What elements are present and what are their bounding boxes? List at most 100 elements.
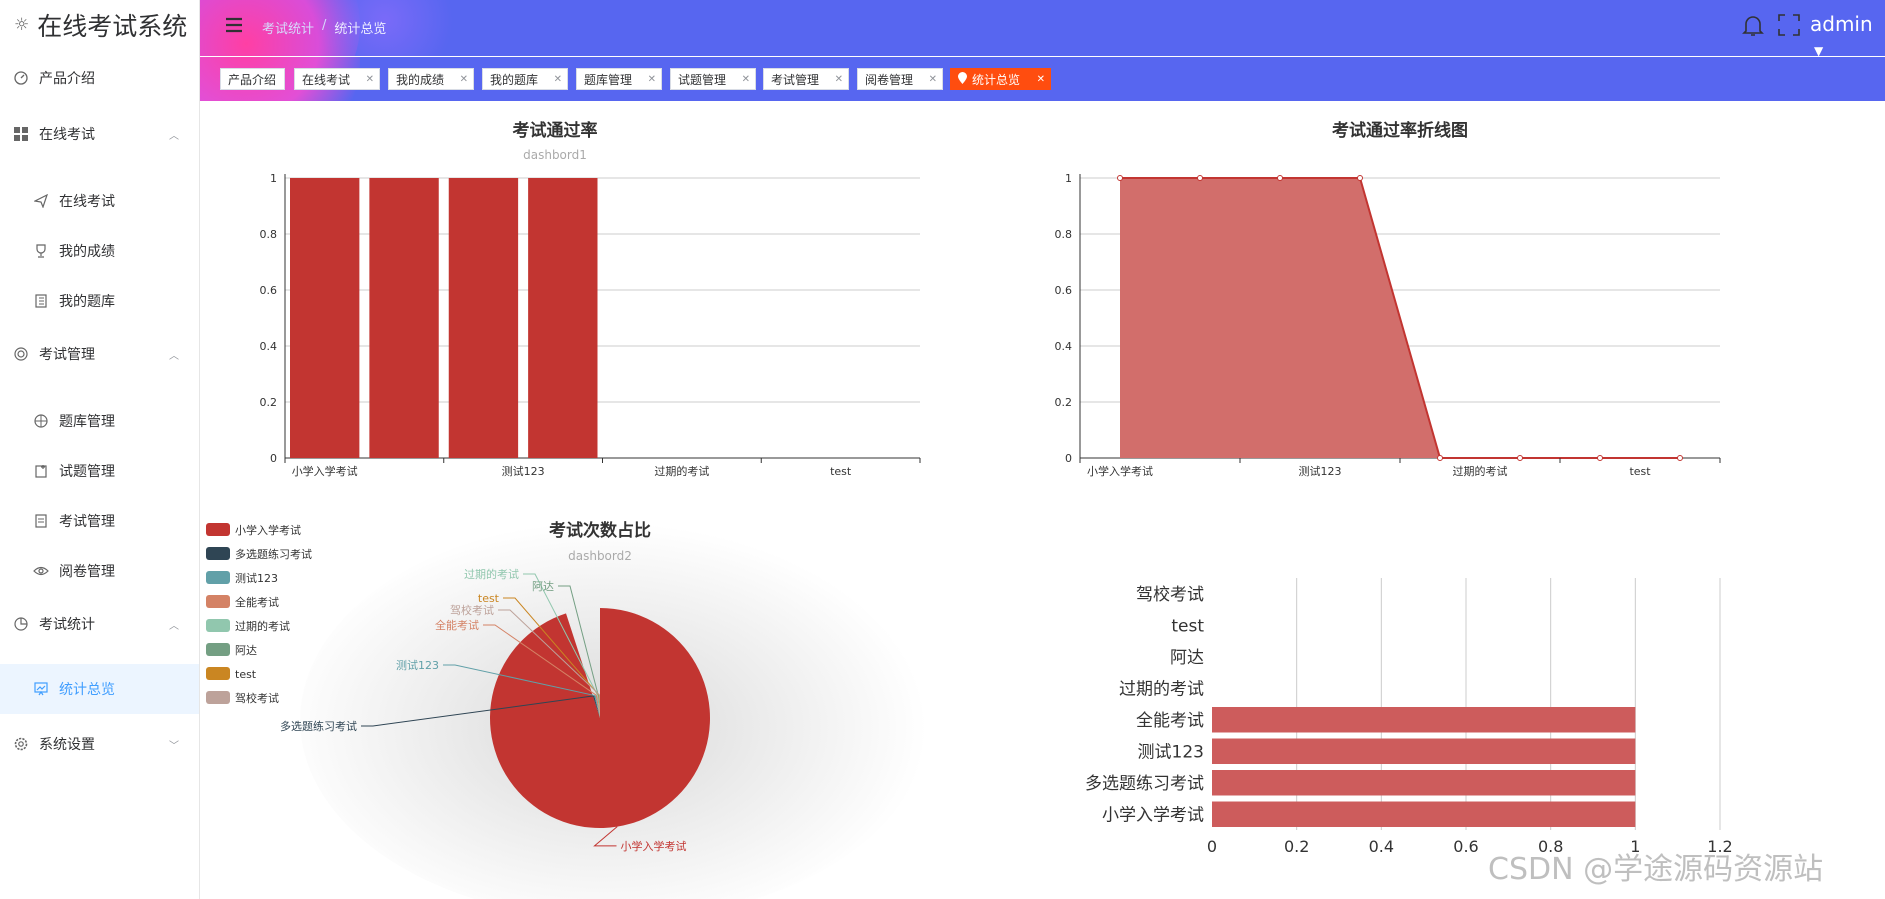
close-icon[interactable]: ✕ bbox=[742, 74, 750, 85]
tag-exam-management[interactable]: 考试管理 ✕ bbox=[763, 68, 849, 90]
x-tick-label: 测试123 bbox=[502, 465, 545, 478]
area-chart-svg: 考试通过率折线图 0 0.2 0.4 0.6 0.8 1 小学入学考试 测试123 过期的考试 te… bbox=[1055, 120, 1721, 478]
lifebuoy-icon bbox=[13, 346, 29, 362]
sidebar-item-label: 题库管理 bbox=[59, 414, 115, 430]
top-bar: 考试统计 / 统计总览 admin ▼ bbox=[200, 0, 1885, 56]
close-icon[interactable]: ✕ bbox=[929, 74, 937, 85]
tag-my-scores[interactable]: 我的成绩 ✕ bbox=[388, 68, 474, 90]
user-menu[interactable]: admin ▼ bbox=[1810, 12, 1885, 56]
fullscreen-icon[interactable] bbox=[1778, 14, 1800, 40]
tag-grading-management[interactable]: 阅卷管理 ✕ bbox=[857, 68, 943, 90]
sidebar-item-exam-management[interactable]: 考试管理 bbox=[0, 504, 199, 538]
chart-exam-count-pie: 考试次数占比 dashbord2 小学入学考试 多选题练习考试 测试123 全能考试 过期的… bbox=[200, 510, 940, 899]
chart-title: 考试通过率折线图 bbox=[1331, 120, 1468, 141]
trophy-icon bbox=[33, 243, 49, 259]
close-icon[interactable]: ✕ bbox=[1037, 74, 1045, 85]
legend-swatch bbox=[206, 595, 230, 608]
breadcrumb-item[interactable]: 考试统计 bbox=[262, 18, 314, 37]
y-tick-label: 0.6 bbox=[260, 284, 278, 297]
app-logo: ☼ 在线考试系统 bbox=[14, 8, 187, 42]
tag-question-management[interactable]: 试题管理 ✕ bbox=[670, 68, 756, 90]
hamburger-icon[interactable] bbox=[224, 17, 244, 37]
x-tick-label: test bbox=[1629, 465, 1651, 478]
sidebar-item-my-question-bank[interactable]: 我的题库 bbox=[0, 284, 199, 318]
chart-subtitle: dashbord1 bbox=[523, 148, 587, 162]
close-icon[interactable]: ✕ bbox=[835, 74, 843, 85]
legend-label: test bbox=[235, 668, 257, 681]
send-icon bbox=[33, 193, 49, 209]
close-icon[interactable]: ✕ bbox=[366, 74, 374, 85]
sidebar-item-question-management[interactable]: 试题管理 bbox=[0, 454, 199, 488]
tag-product-intro[interactable]: 产品介绍 bbox=[220, 68, 285, 90]
tag-statistics-overview[interactable]: 统计总览 ✕ bbox=[950, 68, 1051, 90]
tag-label: 考试管理 bbox=[771, 72, 820, 87]
legend-swatch bbox=[206, 691, 230, 704]
sidebar-group-online-exam[interactable]: 在线考试 ︿ bbox=[0, 117, 199, 151]
y-category-label: test bbox=[1171, 616, 1204, 636]
watermark: CSDN @学途源码资源站 bbox=[1488, 852, 1824, 887]
x-tick-label: test bbox=[830, 465, 852, 478]
legend-label: 多选题练习考试 bbox=[235, 547, 312, 561]
sidebar-item-label: 考试管理 bbox=[59, 514, 115, 530]
x-tick-label: 测试123 bbox=[1299, 465, 1342, 478]
dashboard-icon bbox=[13, 70, 29, 86]
close-icon[interactable]: ✕ bbox=[460, 74, 468, 85]
sidebar-item-label: 系统设置 bbox=[39, 737, 95, 753]
sidebar-group-system-settings[interactable]: 系统设置 ﹀ bbox=[0, 727, 199, 761]
close-icon[interactable]: ✕ bbox=[554, 74, 562, 85]
tag-label: 试题管理 bbox=[678, 72, 727, 87]
sidebar-item-label: 考试管理 bbox=[39, 347, 95, 363]
sidebar-group-exam-statistics[interactable]: 考试统计 ︿ bbox=[0, 607, 199, 641]
data-point bbox=[1597, 455, 1603, 461]
sidebar-item-online-exam[interactable]: 在线考试 bbox=[0, 184, 199, 218]
tag-label: 产品介绍 bbox=[228, 72, 277, 87]
bar bbox=[1212, 801, 1636, 827]
tag-label: 阅卷管理 bbox=[865, 72, 914, 87]
y-category-label: 全能考试 bbox=[1136, 711, 1204, 731]
legend-label: 测试123 bbox=[235, 572, 278, 585]
legend-swatch bbox=[206, 667, 230, 680]
slice-label: 小学入学考试 bbox=[621, 839, 687, 853]
sidebar-item-label: 我的题库 bbox=[59, 294, 115, 310]
y-category-label: 测试123 bbox=[1138, 742, 1204, 762]
x-tick-label: 过期的考试 bbox=[654, 464, 709, 478]
y-category-label: 多选题练习考试 bbox=[1085, 774, 1204, 794]
sidebar-item-label: 考试统计 bbox=[39, 617, 95, 633]
sidebar-item-label: 阅卷管理 bbox=[59, 564, 115, 580]
sidebar-item-label: 试题管理 bbox=[59, 464, 115, 480]
label-line bbox=[593, 826, 618, 847]
gear-icon bbox=[13, 736, 29, 752]
tag-question-bank-management[interactable]: 题库管理 ✕ bbox=[576, 68, 662, 90]
bar bbox=[1212, 770, 1636, 796]
bar bbox=[369, 178, 439, 458]
sidebar-item-my-scores[interactable]: 我的成绩 bbox=[0, 234, 199, 268]
bar bbox=[1212, 738, 1636, 764]
breadcrumb: 考试统计 / 统计总览 bbox=[262, 18, 386, 37]
close-icon[interactable]: ✕ bbox=[648, 74, 656, 85]
y-tick-label: 0.6 bbox=[1055, 284, 1073, 297]
legend-swatch bbox=[206, 571, 230, 584]
y-category-label: 过期的考试 bbox=[1119, 679, 1204, 699]
y-tick-label: 0.2 bbox=[1055, 396, 1073, 409]
data-point bbox=[1677, 455, 1683, 461]
sidebar-item-question-bank-management[interactable]: 题库管理 bbox=[0, 404, 199, 438]
chart-pass-rate-line: 考试通过率折线图 0 0.2 0.4 0.6 0.8 1 小学入学考试 测试123 过期的考试 te… bbox=[1000, 110, 1760, 490]
chart-title: 考试次数占比 bbox=[548, 520, 651, 541]
bell-icon[interactable] bbox=[1742, 14, 1764, 42]
sidebar-item-grading-management[interactable]: 阅卷管理 bbox=[0, 554, 199, 588]
slice-label: 多选题练习考试 bbox=[280, 719, 357, 733]
sidebar-item-product-intro[interactable]: 产品介绍 bbox=[0, 61, 199, 95]
chart-pass-rate-bar: 考试通过率 dashbord1 0 0.2 0.4 0.6 0.8 1 小学入学考试 测试123 过… bbox=[200, 110, 940, 490]
location-pin-icon bbox=[958, 71, 967, 87]
tag-my-question-bank[interactable]: 我的题库 ✕ bbox=[482, 68, 568, 90]
tag-label: 统计总览 bbox=[972, 72, 1021, 87]
sidebar-item-statistics-overview[interactable]: 统计总览 bbox=[0, 664, 199, 714]
tag-label: 题库管理 bbox=[584, 72, 633, 87]
crosshair-icon bbox=[33, 413, 49, 429]
slice-label: 测试123 bbox=[396, 659, 439, 672]
legend-swatch bbox=[206, 643, 230, 656]
tag-online-exam[interactable]: 在线考试 ✕ bbox=[294, 68, 380, 90]
sidebar-group-exam-management[interactable]: 考试管理 ︿ bbox=[0, 337, 199, 371]
y-tick-label: 1 bbox=[270, 172, 277, 185]
x-tick-label: 过期的考试 bbox=[1453, 464, 1508, 478]
